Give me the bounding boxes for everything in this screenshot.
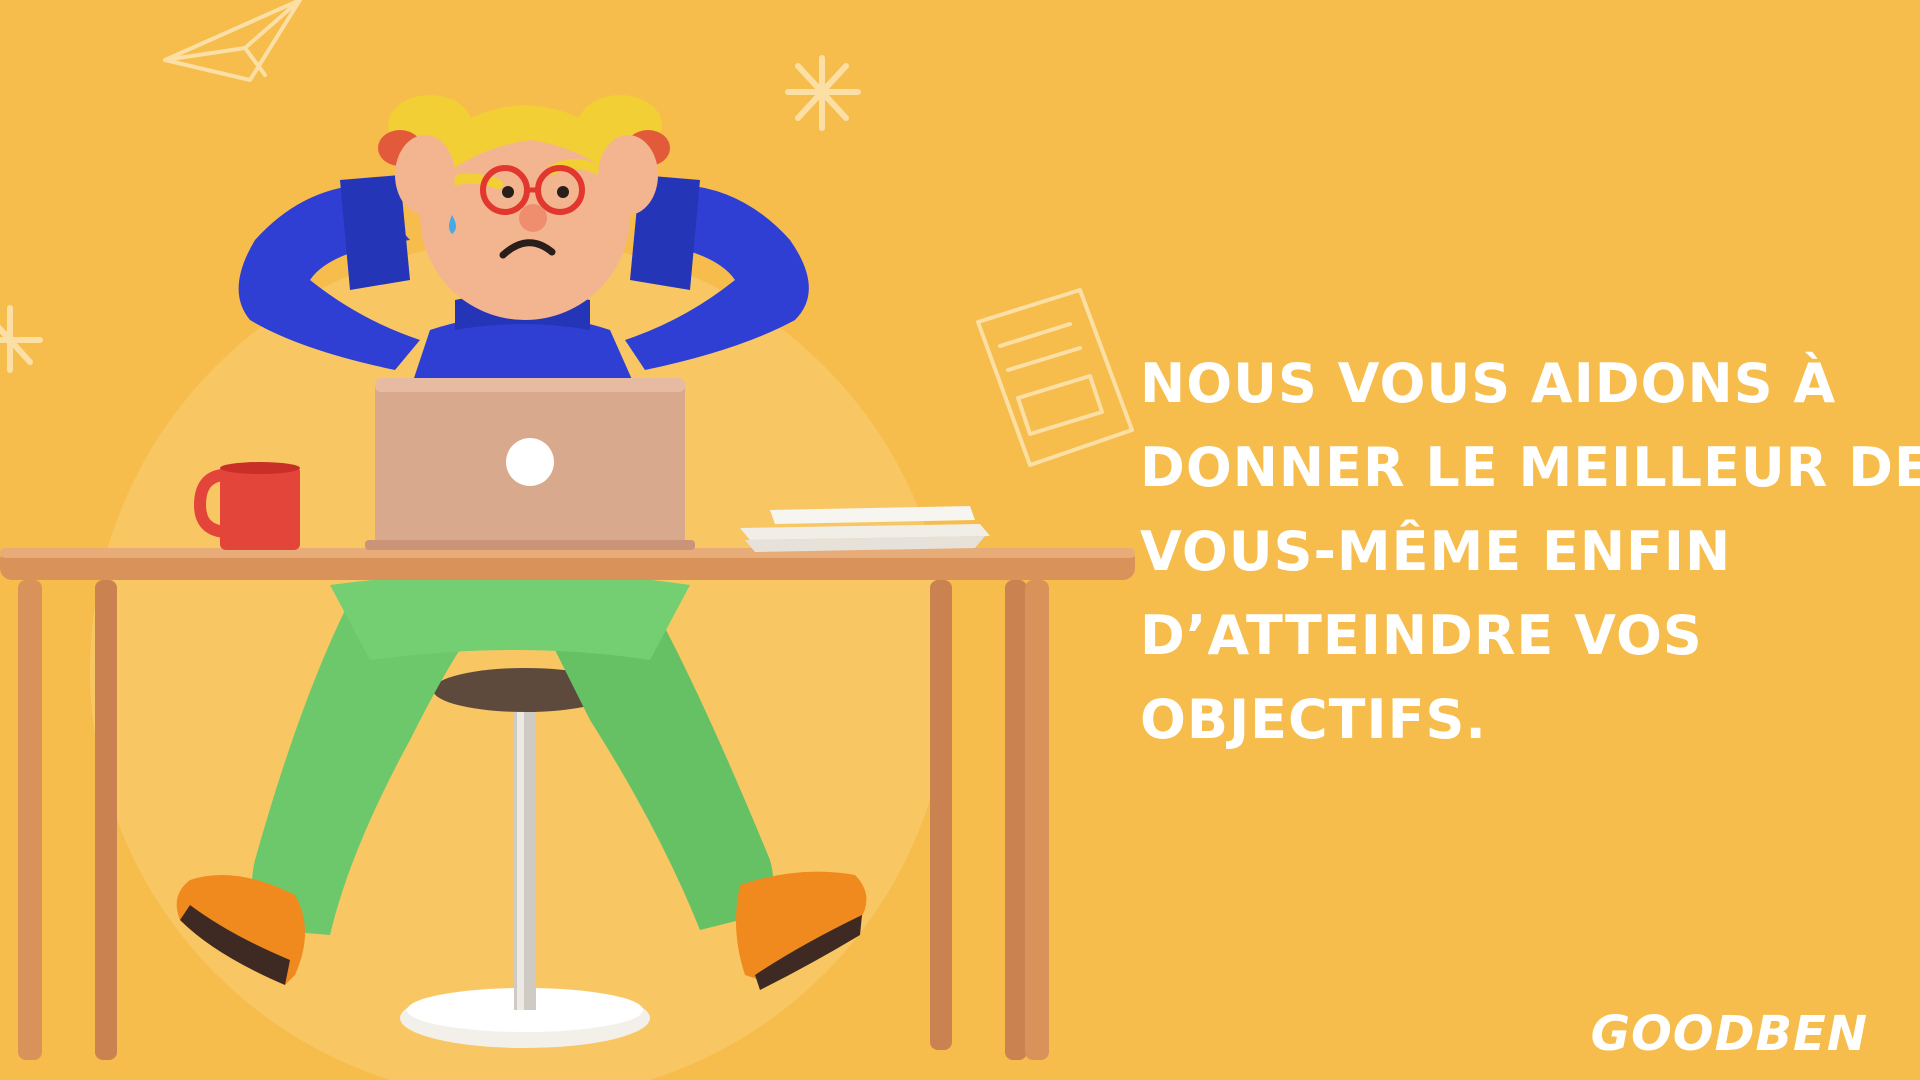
- headline: NOUS VOUS AIDONS À DONNER LE MEILLEUR DE…: [1140, 342, 1920, 762]
- asterisk-doodle: [785, 55, 861, 131]
- headline-line: OBJECTIFS.: [1140, 688, 1487, 751]
- desk-leg: [95, 580, 117, 1060]
- papers: [740, 506, 990, 552]
- asterisk-doodle-left: [0, 305, 43, 373]
- document-doodle: [976, 288, 1134, 467]
- laptop: [365, 378, 695, 550]
- desk-leg: [1005, 580, 1027, 1060]
- headline-line: NOUS VOUS AIDONS À: [1140, 352, 1837, 415]
- paper-plane-doodle: [163, 0, 302, 82]
- headline-line: D’ATTEINDRE VOS: [1140, 604, 1703, 667]
- headline-line: DONNER LE MEILLEUR DE: [1140, 436, 1920, 499]
- brand-logo: GOODBEN: [1590, 1006, 1868, 1062]
- headline-line: VOUS-MÊME ENFIN: [1140, 520, 1732, 583]
